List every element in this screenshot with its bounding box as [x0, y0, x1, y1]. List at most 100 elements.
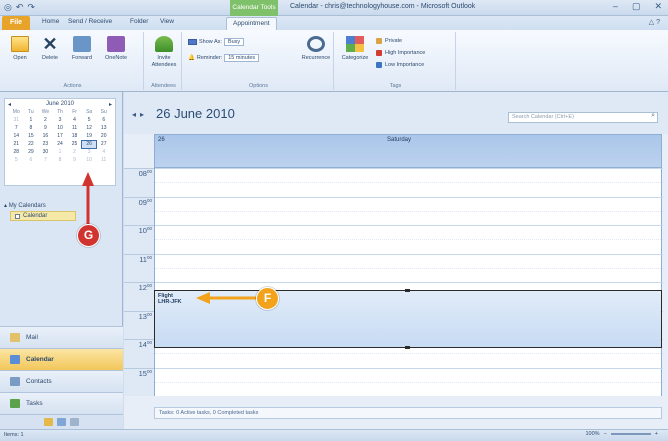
- date-navigator-day[interactable]: 18: [67, 133, 82, 140]
- journal-icon[interactable]: [70, 418, 79, 426]
- zoom-out-icon[interactable]: −: [604, 431, 607, 437]
- nav-button-mail[interactable]: Mail: [0, 326, 123, 348]
- search-calendar-input[interactable]: Search Calendar (Ctrl+E) ⌕: [508, 112, 658, 123]
- invite-attendees-label: Invite Attendees: [151, 55, 177, 68]
- date-navigator-day[interactable]: 29: [24, 149, 39, 156]
- date-navigator-day[interactable]: 26: [80, 140, 98, 149]
- date-navigator-day[interactable]: 1: [24, 117, 39, 124]
- date-navigator-day[interactable]: 12: [82, 125, 97, 132]
- date-navigator-day[interactable]: 17: [53, 133, 68, 140]
- date-navigator-day[interactable]: 22: [24, 141, 39, 148]
- date-navigator-day[interactable]: 8: [24, 125, 39, 132]
- date-navigator-day[interactable]: 10: [53, 125, 68, 132]
- checkbox-icon[interactable]: [15, 213, 20, 219]
- zoom-in-icon[interactable]: +: [655, 431, 658, 437]
- nav-button-tasks[interactable]: Tasks: [0, 392, 123, 414]
- private-button[interactable]: Private: [376, 38, 402, 44]
- date-navigator-day[interactable]: 9: [67, 157, 82, 164]
- contacts-icon: [10, 377, 20, 386]
- navigation-buttons: Mail Calendar Contacts Tasks: [0, 326, 123, 429]
- minimize-icon[interactable]: –: [613, 1, 618, 12]
- date-navigator-day[interactable]: 24: [53, 141, 68, 148]
- date-navigator-day[interactable]: 28: [9, 149, 24, 156]
- half-hour-line: [155, 182, 663, 184]
- day-header[interactable]: 26 Saturday: [154, 134, 662, 168]
- search-icon[interactable]: ⌕: [651, 112, 655, 120]
- group-attendees: Invite Attendees Attendees: [146, 32, 182, 90]
- undo-icon[interactable]: ↶: [16, 2, 24, 13]
- previous-month-icon[interactable]: ◂: [8, 101, 11, 108]
- notes-icon[interactable]: [57, 418, 66, 426]
- tab-send-receive[interactable]: Send / Receive: [68, 18, 112, 25]
- date-navigator-day[interactable]: 7: [9, 125, 24, 132]
- date-navigator-day[interactable]: 3: [53, 117, 68, 124]
- date-navigator-day[interactable]: 6: [96, 117, 111, 124]
- zoom-slider[interactable]: [610, 433, 651, 435]
- date-navigator-day[interactable]: 6: [24, 157, 39, 164]
- low-importance-icon: [376, 62, 382, 68]
- day-navigation-arrows[interactable]: ◂▸: [132, 110, 148, 119]
- ribbon-help-controls[interactable]: △ ?: [649, 18, 660, 26]
- tab-file[interactable]: File: [2, 16, 30, 30]
- appointment-block[interactable]: Flight LHR-JFK: [154, 289, 662, 349]
- date-navigator-day[interactable]: 2: [38, 117, 53, 124]
- invite-attendees-button[interactable]: Invite Attendees: [150, 36, 178, 69]
- low-importance-button[interactable]: Low Importance: [376, 62, 424, 68]
- categorize-button[interactable]: Categorize: [340, 36, 370, 62]
- weekday-label: Mo: [12, 109, 20, 115]
- close-icon[interactable]: ✕: [654, 1, 662, 12]
- resize-handle-top[interactable]: [405, 289, 410, 292]
- date-navigator-day[interactable]: 11: [96, 157, 111, 164]
- redo-icon[interactable]: ↷: [27, 2, 35, 13]
- tab-folder[interactable]: Folder: [130, 18, 148, 25]
- date-navigator-day[interactable]: 4: [67, 117, 82, 124]
- day-grid[interactable]: [154, 168, 663, 396]
- calendar-list-item[interactable]: Calendar: [10, 211, 76, 221]
- date-navigator-day[interactable]: 20: [96, 133, 111, 140]
- reminder-dropdown[interactable]: 15 minutes: [224, 54, 260, 62]
- tab-home[interactable]: Home: [42, 18, 59, 25]
- date-navigator-day[interactable]: 4: [96, 149, 111, 156]
- date-navigator-day[interactable]: 9: [38, 125, 53, 132]
- date-navigator-day[interactable]: 16: [38, 133, 53, 140]
- date-navigator-day[interactable]: 27: [96, 141, 111, 148]
- delete-button[interactable]: ✕ Delete: [36, 35, 64, 62]
- nav-button-contacts[interactable]: Contacts: [0, 370, 123, 392]
- onenote-button[interactable]: OneNote: [102, 36, 130, 62]
- maximize-icon[interactable]: ▢: [632, 1, 641, 12]
- date-navigator-day[interactable]: 23: [38, 141, 53, 148]
- half-hour-line: [155, 353, 663, 355]
- date-navigator-day[interactable]: 30: [38, 149, 53, 156]
- date-navigator-day[interactable]: 21: [9, 141, 24, 148]
- my-calendars-group[interactable]: ▴ My Calendars: [4, 200, 118, 211]
- show-as-dropdown[interactable]: Busy: [223, 38, 245, 46]
- date-navigator-day[interactable]: 15: [24, 133, 39, 140]
- date-navigator-day[interactable]: 2: [67, 149, 82, 156]
- open-button[interactable]: Open: [6, 36, 34, 62]
- date-navigator-day[interactable]: 14: [9, 133, 24, 140]
- date-navigator-day[interactable]: 5: [82, 117, 97, 124]
- tasks-bar[interactable]: Tasks: 0 Active tasks, 0 Completed tasks: [154, 407, 662, 419]
- high-importance-button[interactable]: High Importance: [376, 50, 425, 56]
- tab-view[interactable]: View: [160, 18, 174, 25]
- date-navigator-day[interactable]: 10: [82, 157, 97, 164]
- recurrence-button[interactable]: Recurrence: [300, 36, 332, 62]
- date-navigator-day[interactable]: 11: [67, 125, 82, 132]
- date-navigator-day[interactable]: 8: [53, 157, 68, 164]
- date-navigator-day[interactable]: 25: [67, 141, 82, 148]
- date-navigator-day[interactable]: 5: [9, 157, 24, 164]
- date-navigator-day[interactable]: 3: [82, 149, 97, 156]
- tab-appointment[interactable]: Appointment: [226, 17, 277, 30]
- nav-button-calendar[interactable]: Calendar: [0, 348, 123, 370]
- folder-icon[interactable]: [44, 418, 53, 426]
- nav-button-tasks-label: Tasks: [26, 400, 43, 407]
- group-actions: Open ✕ Delete Forward OneNote Actions: [2, 32, 144, 90]
- date-navigator-day[interactable]: 19: [82, 133, 97, 140]
- next-month-icon[interactable]: ▸: [109, 101, 112, 108]
- date-navigator-day[interactable]: 13: [96, 125, 111, 132]
- date-navigator-day[interactable]: 1: [53, 149, 68, 156]
- date-navigator-day[interactable]: 31: [9, 117, 24, 124]
- resize-handle-bottom[interactable]: [405, 346, 410, 349]
- forward-button[interactable]: Forward: [68, 36, 96, 62]
- date-navigator-day[interactable]: 7: [38, 157, 53, 164]
